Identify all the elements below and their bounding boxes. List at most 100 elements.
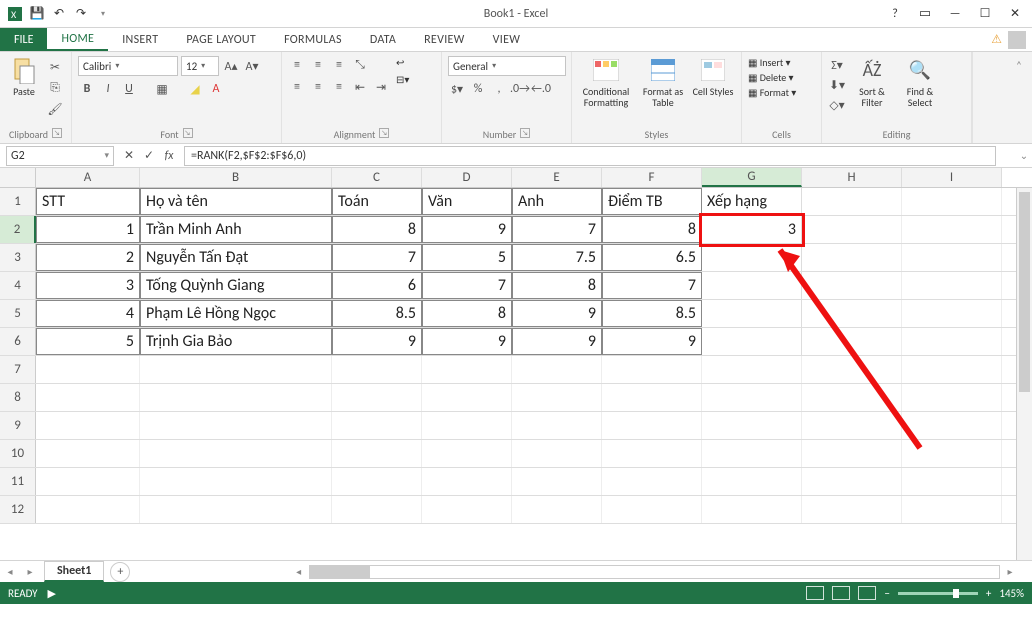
close-icon[interactable]: ✕ <box>1002 4 1028 24</box>
cell[interactable]: Toán <box>332 188 422 215</box>
decrease-font-icon[interactable]: A▾ <box>243 57 261 75</box>
sheet-nav-prev[interactable]: ◂ <box>0 565 20 578</box>
cell[interactable] <box>602 412 702 439</box>
cell[interactable]: 8.5 <box>602 300 702 327</box>
cell[interactable] <box>802 468 902 495</box>
cell[interactable] <box>702 328 802 355</box>
cell[interactable] <box>36 356 140 383</box>
cell[interactable] <box>36 440 140 467</box>
cell[interactable] <box>702 468 802 495</box>
format-cells-button[interactable]: ▦ Format ▾ <box>748 86 815 99</box>
percent-format-icon[interactable]: % <box>469 80 487 98</box>
cell[interactable]: 8.5 <box>332 300 422 327</box>
cell[interactable] <box>802 272 902 299</box>
cell[interactable] <box>902 440 1002 467</box>
cell[interactable] <box>602 384 702 411</box>
cell[interactable]: 1 <box>36 216 140 243</box>
cell[interactable] <box>332 496 422 523</box>
cell[interactable] <box>140 412 332 439</box>
cell[interactable] <box>512 412 602 439</box>
increase-indent-icon[interactable]: ⇥ <box>372 78 390 96</box>
cell[interactable]: Văn <box>422 188 512 215</box>
row-header[interactable]: 9 <box>0 412 36 439</box>
cell[interactable]: 8 <box>512 272 602 299</box>
cell[interactable] <box>802 356 902 383</box>
font-size-combo[interactable]: 12▾ <box>181 56 219 76</box>
cell[interactable]: 5 <box>36 328 140 355</box>
format-painter-icon[interactable]: 🖌 <box>46 100 64 118</box>
cell[interactable] <box>422 412 512 439</box>
enter-formula-icon[interactable]: ✓ <box>140 147 158 165</box>
redo-icon[interactable]: ↷ <box>72 5 90 23</box>
col-header-d[interactable]: D <box>422 168 512 187</box>
row-header[interactable]: 7 <box>0 356 36 383</box>
cell[interactable]: 9 <box>512 300 602 327</box>
row-header[interactable]: 12 <box>0 496 36 523</box>
tab-page-layout[interactable]: PAGE LAYOUT <box>172 28 270 51</box>
cell[interactable]: 9 <box>512 328 602 355</box>
sheet-tab[interactable]: Sheet1 <box>44 561 104 582</box>
cell[interactable] <box>902 496 1002 523</box>
cell[interactable] <box>140 468 332 495</box>
cell[interactable] <box>802 244 902 271</box>
cell-styles-button[interactable]: Cell Styles <box>692 56 734 97</box>
increase-decimal-icon[interactable]: .0→ <box>511 80 529 98</box>
fill-color-icon[interactable]: ◢ <box>186 80 204 98</box>
cell[interactable]: 6 <box>332 272 422 299</box>
find-select-button[interactable]: 🔍 Find & Select <box>898 56 942 108</box>
cell[interactable] <box>36 384 140 411</box>
cell[interactable] <box>602 440 702 467</box>
normal-view-icon[interactable] <box>806 586 824 600</box>
cell[interactable]: 8 <box>422 300 512 327</box>
cell[interactable] <box>422 468 512 495</box>
copy-icon[interactable]: ⎘ <box>46 79 64 97</box>
align-top-icon[interactable]: ≡ <box>288 56 306 74</box>
cell[interactable]: 8 <box>332 216 422 243</box>
cell[interactable]: 6.5 <box>602 244 702 271</box>
cell[interactable] <box>702 440 802 467</box>
fill-icon[interactable]: ⬇▾ <box>828 76 846 94</box>
cell[interactable] <box>422 440 512 467</box>
warning-icon[interactable]: ⚠ <box>991 32 1002 47</box>
excel-icon[interactable]: X <box>6 5 24 23</box>
alignment-launcher[interactable]: ↘ <box>379 128 389 138</box>
fx-icon[interactable]: fx <box>160 147 178 165</box>
cell[interactable] <box>802 440 902 467</box>
cell[interactable]: 5 <box>422 244 512 271</box>
cell[interactable] <box>702 244 802 271</box>
font-color-icon[interactable]: A <box>207 80 225 98</box>
maximize-icon[interactable]: ☐ <box>972 4 998 24</box>
cell[interactable] <box>702 412 802 439</box>
tab-insert[interactable]: INSERT <box>108 28 172 51</box>
clipboard-launcher[interactable]: ↘ <box>52 128 62 138</box>
name-box[interactable]: G2▾ <box>6 146 114 166</box>
col-header-h[interactable]: H <box>802 168 902 187</box>
zoom-out-icon[interactable]: − <box>884 587 889 600</box>
sort-filter-button[interactable]: ẤŻ Sort & Filter <box>850 56 894 108</box>
cell[interactable]: 7 <box>332 244 422 271</box>
cell[interactable] <box>902 244 1002 271</box>
col-header-c[interactable]: C <box>332 168 422 187</box>
font-name-combo[interactable]: Calibri▾ <box>78 56 178 76</box>
delete-cells-button[interactable]: ▦ Delete ▾ <box>748 71 815 84</box>
zoom-slider[interactable] <box>898 592 978 595</box>
cell[interactable] <box>140 384 332 411</box>
account-avatar[interactable] <box>1008 31 1026 49</box>
cell[interactable] <box>702 272 802 299</box>
cell[interactable] <box>332 440 422 467</box>
row-header[interactable]: 5 <box>0 300 36 327</box>
align-center-icon[interactable]: ≡ <box>309 78 327 96</box>
cell[interactable]: 3 <box>702 216 802 243</box>
wrap-text-button[interactable]: ↩ <box>396 56 409 69</box>
page-layout-view-icon[interactable] <box>832 586 850 600</box>
cell[interactable] <box>902 300 1002 327</box>
number-format-combo[interactable]: General▾ <box>448 56 566 76</box>
col-header-i[interactable]: I <box>902 168 1002 187</box>
cell[interactable]: 2 <box>36 244 140 271</box>
cell[interactable] <box>802 328 902 355</box>
page-break-view-icon[interactable] <box>858 586 876 600</box>
cell[interactable]: Điểm TB <box>602 188 702 215</box>
horizontal-scrollbar[interactable]: ◂▸ <box>289 565 1020 579</box>
cell[interactable]: Nguyễn Tấn Đạt <box>140 244 332 271</box>
cell[interactable] <box>332 356 422 383</box>
